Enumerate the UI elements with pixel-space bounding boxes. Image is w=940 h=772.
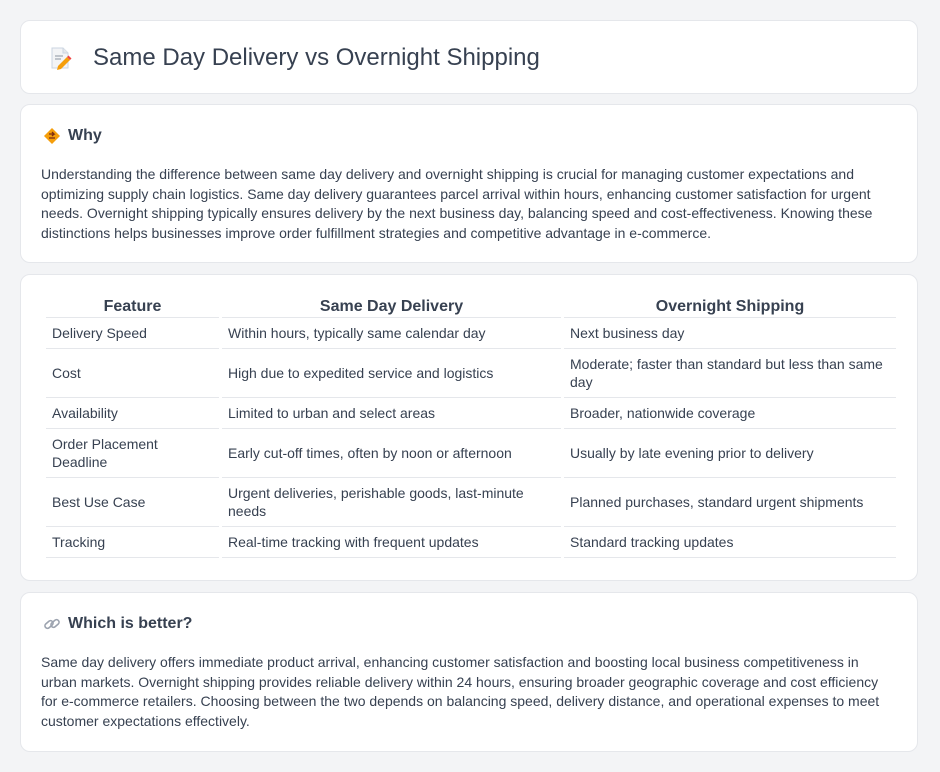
table-cell: Broader, nationwide coverage [564, 398, 896, 429]
table-cell: Planned purchases, standard urgent shipm… [564, 478, 896, 527]
comparison-card: Feature Same Day Delivery Overnight Ship… [20, 274, 918, 581]
link-icon [43, 615, 61, 633]
title-card: Same Day Delivery vs Overnight Shipping [20, 20, 918, 94]
page-title: Same Day Delivery vs Overnight Shipping [93, 44, 540, 71]
why-heading: Why [68, 127, 102, 144]
table-row: Delivery Speed Within hours, typically s… [46, 318, 896, 349]
table-cell: Limited to urban and select areas [222, 398, 561, 429]
table-cell: Moderate; faster than standard but less … [564, 349, 896, 398]
column-header: Feature [46, 295, 219, 318]
document-pencil-icon [47, 45, 73, 71]
table-row: Availability Limited to urban and select… [46, 398, 896, 429]
table-cell: Real-time tracking with frequent updates [222, 527, 561, 558]
table-cell: Urgent deliveries, perishable goods, las… [222, 478, 561, 527]
table-cell: Cost [46, 349, 219, 398]
diamond-warning-icon [43, 127, 61, 145]
table-cell: Standard tracking updates [564, 527, 896, 558]
column-header: Overnight Shipping [564, 295, 896, 318]
why-card: Why Understanding the difference between… [20, 104, 918, 263]
table-cell: Availability [46, 398, 219, 429]
table-cell: Order Placement Deadline [46, 429, 219, 478]
title-row: Same Day Delivery vs Overnight Shipping [47, 44, 540, 72]
table-row: Tracking Real-time tracking with frequen… [46, 527, 896, 558]
better-heading-row: Which is better? [43, 615, 192, 633]
table-cell: Next business day [564, 318, 896, 349]
table-row: Order Placement Deadline Early cut-off t… [46, 429, 896, 478]
table-cell: Best Use Case [46, 478, 219, 527]
better-paragraph: Same day delivery offers immediate produ… [41, 654, 880, 729]
table-cell: Delivery Speed [46, 318, 219, 349]
table-cell: High due to expedited service and logist… [222, 349, 561, 398]
comparison-table: Feature Same Day Delivery Overnight Ship… [43, 295, 899, 558]
which-better-card: Which is better? Same day delivery offer… [20, 592, 918, 752]
why-heading-row: Why [43, 127, 102, 145]
column-header: Same Day Delivery [222, 295, 561, 318]
table-cell: Usually by late evening prior to deliver… [564, 429, 896, 478]
table-cell: Within hours, typically same calendar da… [222, 318, 561, 349]
table-row: Cost High due to expedited service and l… [46, 349, 896, 398]
table-cell: Tracking [46, 527, 219, 558]
better-heading: Which is better? [68, 615, 193, 632]
table-row: Best Use Case Urgent deliveries, perisha… [46, 478, 896, 527]
table-header-row: Feature Same Day Delivery Overnight Ship… [46, 295, 896, 318]
why-paragraph: Understanding the difference between sam… [41, 166, 873, 241]
table-cell: Early cut-off times, often by noon or af… [222, 429, 561, 478]
